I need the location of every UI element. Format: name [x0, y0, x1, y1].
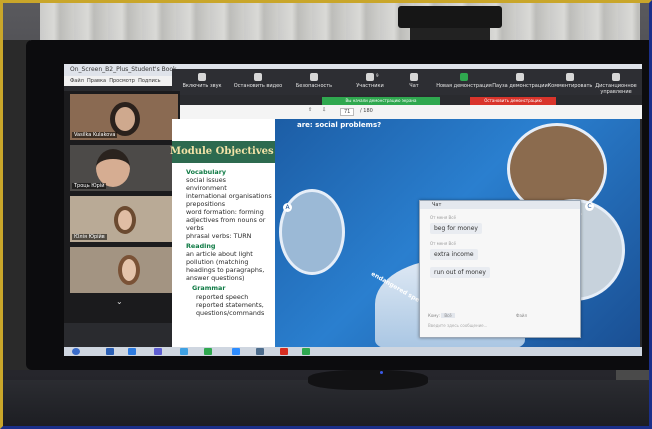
photo-border [0, 0, 652, 429]
